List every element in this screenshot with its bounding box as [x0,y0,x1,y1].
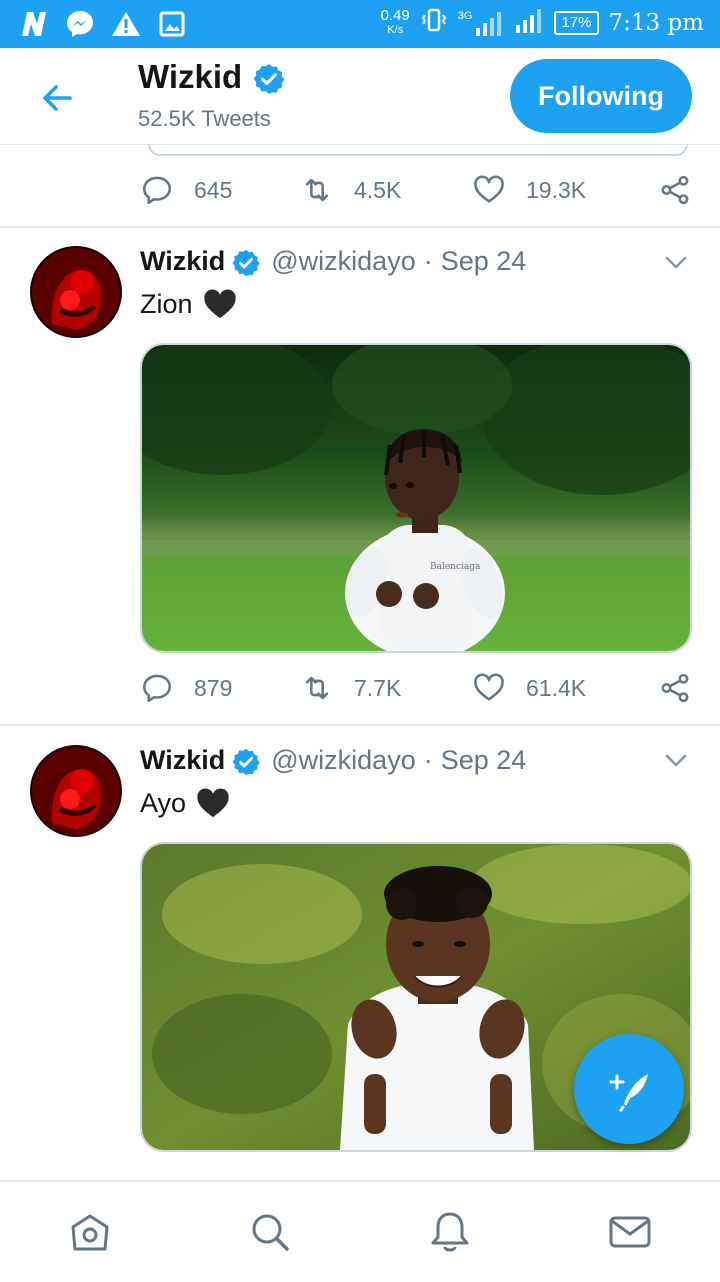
tweet-menu-button[interactable] [662,746,690,774]
warning-icon [110,8,142,40]
tweet-menu-button[interactable] [662,248,690,276]
compose-tweet-button[interactable] [574,1034,684,1144]
battery-indicator: 17% [554,11,599,35]
gallery-icon [156,8,188,40]
heart-outline-icon [474,175,504,203]
avatar[interactable] [30,246,122,338]
retweet-icon [305,178,329,202]
home-icon [71,1214,109,1251]
tweet-actions-partial [140,1168,692,1180]
messenger-icon [64,8,96,40]
like-count: 19.3K [526,176,587,203]
profile-header: Wizkid 52.5K Tweets Following [0,48,720,145]
verified-badge-icon [252,60,286,94]
retweet-button[interactable]: 4.5K [300,173,472,207]
avatar[interactable] [30,745,122,837]
chevron-down-icon [665,256,687,269]
tweet-date[interactable]: Sep 24 [441,745,527,776]
heart-outline-icon [474,673,504,701]
nav-messages-button[interactable] [605,1207,655,1257]
following-button[interactable]: Following [510,59,692,133]
tweet-text-content: Zion [140,288,193,319]
signal-icon [514,7,544,39]
shirt-print-text: Balenciaga [430,562,481,572]
tweet-header: Wizkid @wizkidayo · Sep 24 [140,246,526,277]
retweet-count: 7.7K [354,674,402,701]
back-button[interactable] [36,76,80,120]
speed-unit: K/s [387,24,404,36]
tweet-header: Wizkid @wizkidayo · Sep 24 [140,745,526,776]
reply-icon [142,176,172,205]
share-button[interactable] [658,173,692,207]
notification-icons [18,8,188,40]
tweet-divider [0,724,720,726]
black-heart-emoji-icon [197,788,229,818]
compose-tweet-icon [609,1074,648,1112]
arrow-left-icon [43,85,72,111]
bottom-navigation [0,1180,720,1282]
reply-icon [142,674,172,703]
news-app-icon [18,8,50,40]
tweet-text: Zion [140,288,237,320]
clock: 7:13 pm [608,10,705,36]
black-heart-emoji-icon [203,289,236,319]
network-type: 3G [457,10,473,22]
reply-button[interactable]: 879 [140,671,300,705]
separator-dot: · [423,246,433,276]
retweet-button[interactable]: 7.7K [300,671,472,705]
partial-tweet-media[interactable] [148,144,688,156]
mail-icon [609,1216,651,1248]
like-count: 61.4K [526,674,587,701]
like-button[interactable]: 19.3K [472,173,658,207]
retweet-icon [305,676,329,700]
tweet-handle[interactable]: @wizkidayo [271,745,415,776]
partial-tweet-actions: 645 4.5K 19.3K [140,170,692,210]
tweet-media-image[interactable]: Balenciaga [140,343,692,653]
share-button[interactable] [658,671,692,705]
network-speed: 0.49 K/s [380,7,410,37]
tweet-actions: 879 7.7K 61.4K [140,668,692,708]
tweet-count: 52.5K Tweets [138,106,271,131]
signal-3g-icon: 3G [458,10,505,36]
tweet-author-name[interactable]: Wizkid [140,246,225,277]
speed-value: 0.49 [380,7,410,24]
retweet-count: 4.5K [354,176,402,203]
reply-button[interactable]: 645 [140,173,300,207]
separator-dot: · [423,745,433,775]
tweet-text: Ayo [140,787,230,819]
tweet-divider [0,226,720,228]
profile-name: Wizkid [138,58,243,95]
tweet-text-content: Ayo [140,787,187,818]
nav-home-button[interactable] [65,1207,115,1257]
tweet-date[interactable]: Sep 24 [441,246,527,277]
search-icon [252,1214,289,1251]
bell-icon [431,1212,469,1252]
reply-count: 645 [194,176,233,203]
like-button[interactable]: 61.4K [472,671,658,705]
verified-badge-icon [231,247,261,277]
tweet-author-name[interactable]: Wizkid [140,745,225,776]
verified-badge-icon [231,746,261,776]
share-icon [661,175,689,205]
tweet-handle[interactable]: @wizkidayo [271,246,415,277]
profile-name-row: Wizkid [138,58,286,96]
share-icon [661,673,689,703]
chevron-down-icon [665,754,687,767]
nav-search-button[interactable] [245,1207,295,1257]
vibrate-icon [420,6,448,40]
status-bar: 0.49 K/s 3G 17% 7:13 pm [0,0,720,48]
nav-notifications-button[interactable] [425,1207,475,1257]
reply-count: 879 [194,674,233,701]
